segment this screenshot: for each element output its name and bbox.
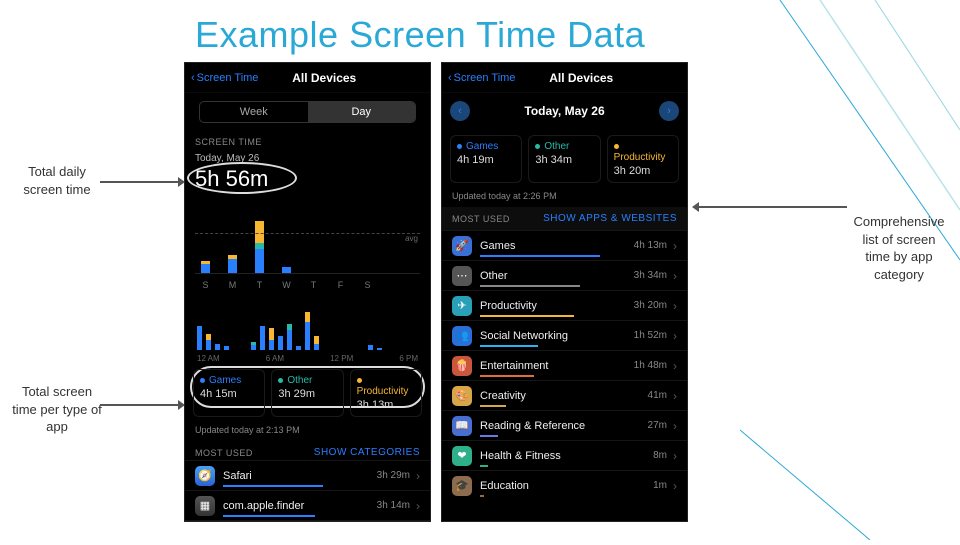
- prev-day-button[interactable]: ‹: [450, 101, 470, 121]
- cat-other[interactable]: Other3h 29m: [271, 369, 343, 417]
- phone-left: ‹Screen Time All Devices Week Day SCREEN…: [184, 62, 431, 522]
- category-list: 🚀Games4h 13m› ⋯Other3h 34m› ✈Productivit…: [442, 230, 687, 500]
- reading-icon: 📖: [452, 416, 472, 436]
- annotation-total-daily: Total daily screen time: [12, 163, 102, 198]
- list-item[interactable]: ✈Productivity3h 20m›: [442, 290, 687, 320]
- other-icon: ⋯: [452, 266, 472, 286]
- list-item[interactable]: ⋯Other3h 34m›: [442, 260, 687, 290]
- list-item[interactable]: 🚀Games4h 13m›: [442, 230, 687, 260]
- most-used-label: MOST USED: [452, 214, 510, 224]
- cat-productivity[interactable]: Productivity3h 13m: [350, 369, 422, 417]
- chevron-left-icon: ‹: [191, 72, 195, 84]
- chevron-right-icon: ›: [673, 359, 677, 373]
- seg-day[interactable]: Day: [308, 102, 416, 122]
- cat-games[interactable]: Games4h 15m: [193, 369, 265, 417]
- chevron-right-icon: ›: [673, 269, 677, 283]
- most-used-header: MOST USED SHOW CATEGORIES: [185, 441, 430, 460]
- phone-right: ‹Screen Time All Devices ‹ Today, May 26…: [441, 62, 688, 522]
- date-label: Today, May 26: [524, 104, 604, 118]
- hour-labels: 12 AM6 AM12 PM6 PM: [195, 354, 420, 363]
- section-screen-time: SCREEN TIME: [185, 131, 430, 149]
- list-item[interactable]: ❤Health & Fitness8m›: [442, 440, 687, 470]
- chevron-right-icon: ›: [667, 105, 671, 117]
- games-icon: 🚀: [452, 236, 472, 256]
- cat-productivity[interactable]: Productivity3h 20m: [607, 135, 679, 183]
- week-day-segment[interactable]: Week Day: [199, 101, 416, 123]
- education-icon: 🎓: [452, 476, 472, 496]
- annotation-per-type: Total screen time per type of app: [12, 383, 102, 436]
- cat-other[interactable]: Other3h 34m: [528, 135, 600, 183]
- chevron-right-icon: ›: [673, 299, 677, 313]
- list-item[interactable]: ▦com.apple.finder3h 14m›: [185, 490, 430, 520]
- show-categories-link[interactable]: SHOW CATEGORIES: [314, 447, 420, 458]
- most-used-list: 🧭Safari3h 29m› ▦com.apple.finder3h 14m› …: [185, 460, 430, 522]
- chevron-right-icon: ›: [673, 389, 677, 403]
- list-item[interactable]: 🎓Education1m›: [442, 470, 687, 500]
- chevron-right-icon: ›: [673, 419, 677, 433]
- productivity-icon: ✈: [452, 296, 472, 316]
- list-item[interactable]: 👥Social Networking1h 52m›: [442, 320, 687, 350]
- date-label: Today, May 26: [185, 149, 430, 164]
- health-icon: ❤: [452, 446, 472, 466]
- next-day-button[interactable]: ›: [659, 101, 679, 121]
- list-item[interactable]: 🎨Creativity41m›: [442, 380, 687, 410]
- nav-title: All Devices: [481, 71, 681, 85]
- annotation-category-list: Comprehensive list of screen time by app…: [849, 213, 949, 283]
- chevron-left-icon: ‹: [458, 105, 462, 117]
- list-item[interactable]: 🧭Safari3h 29m›: [185, 460, 430, 490]
- weekly-chart: avg: [195, 202, 420, 274]
- list-item[interactable]: 🍿Entertainment1h 48m›: [442, 350, 687, 380]
- app-icon: 🧭: [195, 466, 215, 486]
- list-item[interactable]: 📖Reading & Reference27m›: [442, 410, 687, 440]
- chevron-right-icon: ›: [673, 449, 677, 463]
- chevron-right-icon: ›: [416, 499, 420, 513]
- app-icon: ▦: [195, 496, 215, 516]
- creativity-icon: 🎨: [452, 386, 472, 406]
- social-icon: 👥: [452, 326, 472, 346]
- list-item[interactable]: ▦com.getdropbox.dropbox1h 13m›: [185, 520, 430, 522]
- avg-line: avg: [195, 233, 420, 243]
- updated-label: Updated today at 2:13 PM: [185, 419, 430, 441]
- seg-week[interactable]: Week: [200, 102, 308, 122]
- total-time: 5h 56m: [185, 164, 430, 198]
- hourly-chart: [195, 300, 420, 350]
- entertainment-icon: 🍿: [452, 356, 472, 376]
- day-labels: SMTWTFS: [195, 280, 420, 290]
- slide-title: Example Screen Time Data: [195, 14, 645, 56]
- updated-label: Updated today at 2:26 PM: [442, 185, 687, 207]
- chevron-right-icon: ›: [673, 479, 677, 493]
- chevron-right-icon: ›: [673, 239, 677, 253]
- chevron-right-icon: ›: [673, 329, 677, 343]
- chevron-left-icon: ‹: [448, 72, 452, 84]
- show-apps-link[interactable]: SHOW APPS & WEBSITES: [543, 213, 677, 224]
- chevron-right-icon: ›: [416, 469, 420, 483]
- cat-games[interactable]: Games4h 19m: [450, 135, 522, 183]
- nav-title: All Devices: [224, 71, 424, 85]
